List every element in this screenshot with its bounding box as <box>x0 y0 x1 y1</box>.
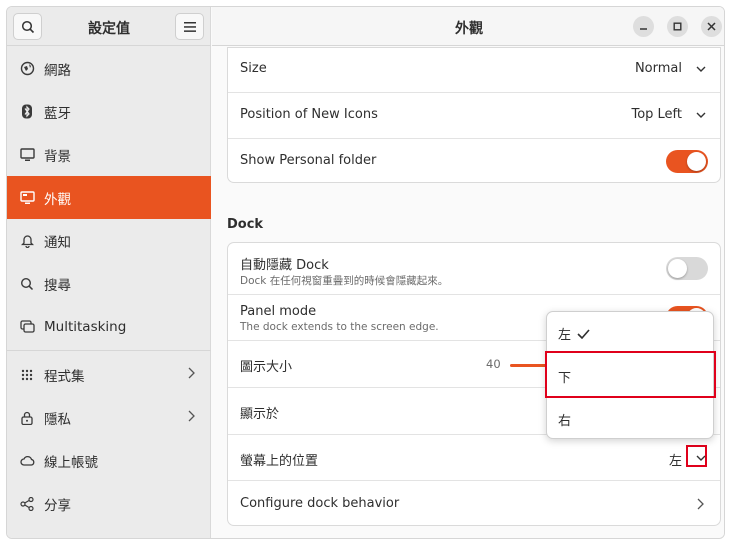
sidebar-item-label: Multitasking <box>44 318 127 335</box>
show-on-label: 顯示於 <box>240 407 280 422</box>
maximize-icon <box>673 22 682 31</box>
personal-folder-label: Show Personal folder <box>240 153 377 168</box>
toggle-knob <box>687 152 706 171</box>
sidebar-item-appearance[interactable]: 外觀 <box>7 176 211 219</box>
autohide-label: 自動隱藏 Dock <box>240 258 329 273</box>
chevron-right-icon <box>188 367 195 379</box>
multitasking-icon <box>19 319 35 335</box>
main-panel: 外觀 Size Normal Position of New Icons Top… <box>212 7 724 538</box>
bell-icon <box>19 233 35 249</box>
desktop-icons-card: Size Normal Position of New Icons Top Le… <box>227 47 721 183</box>
screen-position-value: 左 <box>668 454 682 469</box>
toggle-knob <box>668 259 687 278</box>
close-button[interactable] <box>701 16 722 37</box>
icon-size-slider[interactable] <box>510 364 550 367</box>
close-icon <box>707 22 716 31</box>
sidebar-item-bluetooth[interactable]: 藍牙 <box>7 90 211 133</box>
sidebar-item-label: 程式集 <box>44 368 85 385</box>
sidebar-divider <box>7 350 211 351</box>
sidebar-item-label: 分享 <box>44 497 71 514</box>
personal-folder-toggle[interactable] <box>666 150 708 173</box>
icon-position-label: Position of New Icons <box>240 107 378 122</box>
autohide-description: Dock 在任何視窗重疊到的時候會隱藏起來。 <box>240 275 449 287</box>
size-row[interactable]: Size Normal <box>228 48 720 93</box>
lock-icon <box>19 410 35 426</box>
configure-dock-label: Configure dock behavior <box>240 496 400 511</box>
sidebar-item-privacy[interactable]: 隱私 <box>7 396 211 439</box>
configure-dock-row[interactable]: Configure dock behavior <box>228 481 720 527</box>
sidebar-item-label: 音效 <box>44 537 71 539</box>
checkmark-icon <box>577 328 590 339</box>
main-header: 外觀 <box>212 7 724 46</box>
sidebar-item-label: 外觀 <box>44 191 71 208</box>
sidebar-item-label: 通知 <box>44 234 71 251</box>
sidebar-item-notifications[interactable]: 通知 <box>7 219 211 262</box>
personal-folder-row: Show Personal folder <box>228 139 720 184</box>
network-icon <box>19 61 35 77</box>
icon-size-value: 40 <box>486 357 501 371</box>
icon-position-row[interactable]: Position of New Icons Top Left <box>228 93 720 139</box>
sidebar-item-label: 網路 <box>44 62 71 79</box>
sidebar-item-label: 線上帳號 <box>44 454 98 471</box>
panel-mode-label: Panel mode <box>240 304 317 319</box>
apps-icon <box>19 367 35 383</box>
dropdown-option-left[interactable]: 左 <box>547 312 713 355</box>
size-label: Size <box>240 61 267 76</box>
sidebar-item-background[interactable]: 背景 <box>7 133 211 176</box>
menu-button[interactable] <box>175 13 204 40</box>
panel-mode-description: The dock extends to the screen edge. <box>240 321 439 333</box>
hamburger-icon <box>183 21 196 32</box>
minimize-button[interactable] <box>633 16 654 37</box>
sidebar-list: 網路 藍牙 背景 外觀 通知 搜尋 Multitasking 程式集 隱私 線上… <box>7 47 211 540</box>
dock-section-title: Dock <box>227 217 264 232</box>
sidebar-item-apps[interactable]: 程式集 <box>7 353 211 396</box>
settings-window: 設定值 網路 藍牙 背景 外觀 通知 搜尋 Multitasking 程式集 隱… <box>6 6 725 539</box>
option-highlight-box <box>545 351 716 398</box>
bluetooth-icon <box>19 104 35 120</box>
sidebar-item-label: 隱私 <box>44 411 71 428</box>
icon-size-label: 圖示大小 <box>240 360 293 375</box>
maximize-button[interactable] <box>667 16 688 37</box>
sidebar-item-network[interactable]: 網路 <box>7 47 211 90</box>
option-label: 右 <box>558 414 572 429</box>
sidebar-item-label: 搜尋 <box>44 277 71 294</box>
sidebar-item-label: 藍牙 <box>44 105 71 122</box>
chevron-highlight-box <box>686 445 707 467</box>
sidebar-item-sharing[interactable]: 分享 <box>7 482 211 525</box>
sidebar-item-label: 背景 <box>44 148 71 165</box>
sidebar-item-search[interactable]: 搜尋 <box>7 262 211 305</box>
background-icon <box>19 147 35 163</box>
sidebar-item-online-accounts[interactable]: 線上帳號 <box>7 439 211 482</box>
search-icon <box>19 276 35 292</box>
screen-position-row[interactable]: 螢幕上的位置 左 <box>228 435 720 481</box>
sidebar: 設定值 網路 藍牙 背景 外觀 通知 搜尋 Multitasking 程式集 隱… <box>7 7 211 540</box>
chevron-right-icon <box>188 410 195 422</box>
cloud-icon <box>19 453 35 469</box>
chevron-down-icon <box>696 66 706 72</box>
sidebar-item-multitasking[interactable]: Multitasking <box>7 305 211 348</box>
size-value: Normal <box>634 61 682 76</box>
autohide-toggle[interactable] <box>666 257 708 280</box>
screen-position-label: 螢幕上的位置 <box>240 454 319 469</box>
sidebar-header: 設定值 <box>7 7 211 46</box>
icon-position-value: Top Left <box>631 107 682 122</box>
share-icon <box>19 496 35 512</box>
option-label: 左 <box>558 328 572 343</box>
chevron-right-icon <box>697 498 704 510</box>
minimize-icon <box>640 28 647 30</box>
speaker-icon <box>19 539 35 540</box>
appearance-icon <box>19 190 35 206</box>
autohide-row: 自動隱藏 Dock Dock 在任何視窗重疊到的時候會隱藏起來。 <box>228 243 720 295</box>
chevron-down-icon <box>696 112 706 118</box>
dropdown-option-right[interactable]: 右 <box>547 398 713 441</box>
sidebar-item-sound[interactable]: 音效 <box>7 525 211 540</box>
